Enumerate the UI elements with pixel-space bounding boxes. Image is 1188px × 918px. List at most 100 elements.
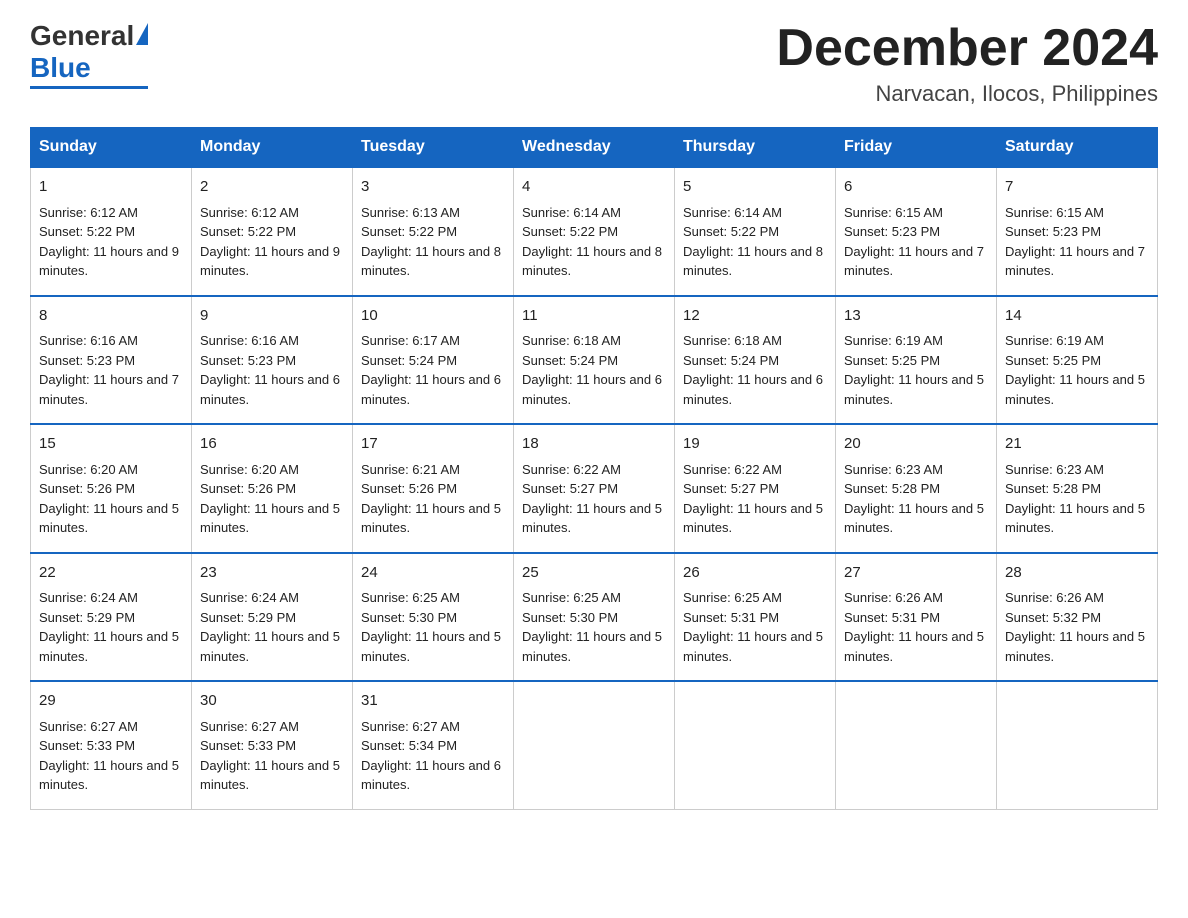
- table-row: 25 Sunrise: 6:25 AM Sunset: 5:30 PM Dayl…: [514, 553, 675, 682]
- sunset-label: Sunset: 5:23 PM: [1005, 224, 1101, 239]
- table-row: 14 Sunrise: 6:19 AM Sunset: 5:25 PM Dayl…: [997, 296, 1158, 425]
- table-row: 24 Sunrise: 6:25 AM Sunset: 5:30 PM Dayl…: [353, 553, 514, 682]
- table-row: 21 Sunrise: 6:23 AM Sunset: 5:28 PM Dayl…: [997, 424, 1158, 553]
- sunset-label: Sunset: 5:27 PM: [683, 481, 779, 496]
- sunrise-label: Sunrise: 6:25 AM: [361, 590, 460, 605]
- sunrise-label: Sunrise: 6:27 AM: [39, 719, 138, 734]
- daylight-label: Daylight: 11 hours and 6 minutes.: [200, 372, 340, 407]
- sunrise-label: Sunrise: 6:16 AM: [200, 333, 299, 348]
- day-number: 21: [1005, 433, 1149, 456]
- table-row: [675, 681, 836, 809]
- calendar-week-2: 8 Sunrise: 6:16 AM Sunset: 5:23 PM Dayli…: [31, 296, 1158, 425]
- day-number: 4: [522, 176, 666, 199]
- sunrise-label: Sunrise: 6:25 AM: [522, 590, 621, 605]
- sunset-label: Sunset: 5:25 PM: [844, 353, 940, 368]
- sunset-label: Sunset: 5:32 PM: [1005, 610, 1101, 625]
- table-row: 10 Sunrise: 6:17 AM Sunset: 5:24 PM Dayl…: [353, 296, 514, 425]
- daylight-label: Daylight: 11 hours and 5 minutes.: [522, 501, 662, 536]
- daylight-label: Daylight: 11 hours and 6 minutes.: [361, 758, 501, 793]
- day-number: 17: [361, 433, 505, 456]
- calendar-week-3: 15 Sunrise: 6:20 AM Sunset: 5:26 PM Dayl…: [31, 424, 1158, 553]
- sunrise-label: Sunrise: 6:15 AM: [844, 205, 943, 220]
- daylight-label: Daylight: 11 hours and 5 minutes.: [1005, 629, 1145, 664]
- day-number: 9: [200, 305, 344, 328]
- sunrise-label: Sunrise: 6:13 AM: [361, 205, 460, 220]
- col-monday: Monday: [192, 128, 353, 168]
- day-number: 13: [844, 305, 988, 328]
- sunset-label: Sunset: 5:31 PM: [683, 610, 779, 625]
- daylight-label: Daylight: 11 hours and 8 minutes.: [361, 244, 501, 279]
- sunset-label: Sunset: 5:23 PM: [844, 224, 940, 239]
- calendar-week-5: 29 Sunrise: 6:27 AM Sunset: 5:33 PM Dayl…: [31, 681, 1158, 809]
- sunrise-label: Sunrise: 6:14 AM: [522, 205, 621, 220]
- table-row: 8 Sunrise: 6:16 AM Sunset: 5:23 PM Dayli…: [31, 296, 192, 425]
- day-number: 20: [844, 433, 988, 456]
- day-number: 22: [39, 562, 183, 585]
- table-row: 12 Sunrise: 6:18 AM Sunset: 5:24 PM Dayl…: [675, 296, 836, 425]
- calendar-week-1: 1 Sunrise: 6:12 AM Sunset: 5:22 PM Dayli…: [31, 167, 1158, 296]
- location-title: Narvacan, Ilocos, Philippines: [776, 81, 1158, 107]
- sunrise-label: Sunrise: 6:12 AM: [39, 205, 138, 220]
- sunset-label: Sunset: 5:24 PM: [683, 353, 779, 368]
- table-row: 31 Sunrise: 6:27 AM Sunset: 5:34 PM Dayl…: [353, 681, 514, 809]
- logo: General Blue: [30, 20, 148, 89]
- sunrise-label: Sunrise: 6:22 AM: [683, 462, 782, 477]
- table-row: 2 Sunrise: 6:12 AM Sunset: 5:22 PM Dayli…: [192, 167, 353, 296]
- table-row: 28 Sunrise: 6:26 AM Sunset: 5:32 PM Dayl…: [997, 553, 1158, 682]
- sunset-label: Sunset: 5:29 PM: [39, 610, 135, 625]
- logo-triangle-icon: [136, 23, 148, 45]
- sunset-label: Sunset: 5:22 PM: [200, 224, 296, 239]
- table-row: [514, 681, 675, 809]
- logo-blue-text: Blue: [30, 52, 91, 84]
- day-number: 29: [39, 690, 183, 713]
- day-number: 19: [683, 433, 827, 456]
- logo-underline: [30, 86, 148, 89]
- sunset-label: Sunset: 5:33 PM: [200, 738, 296, 753]
- sunrise-label: Sunrise: 6:14 AM: [683, 205, 782, 220]
- day-number: 2: [200, 176, 344, 199]
- daylight-label: Daylight: 11 hours and 5 minutes.: [683, 629, 823, 664]
- day-number: 7: [1005, 176, 1149, 199]
- daylight-label: Daylight: 11 hours and 5 minutes.: [844, 372, 984, 407]
- col-friday: Friday: [836, 128, 997, 168]
- day-number: 16: [200, 433, 344, 456]
- title-section: December 2024 Narvacan, Ilocos, Philippi…: [776, 20, 1158, 107]
- daylight-label: Daylight: 11 hours and 7 minutes.: [844, 244, 984, 279]
- sunset-label: Sunset: 5:33 PM: [39, 738, 135, 753]
- daylight-label: Daylight: 11 hours and 5 minutes.: [200, 501, 340, 536]
- day-number: 11: [522, 305, 666, 328]
- sunset-label: Sunset: 5:23 PM: [39, 353, 135, 368]
- sunrise-label: Sunrise: 6:27 AM: [361, 719, 460, 734]
- table-row: 4 Sunrise: 6:14 AM Sunset: 5:22 PM Dayli…: [514, 167, 675, 296]
- daylight-label: Daylight: 11 hours and 5 minutes.: [39, 758, 179, 793]
- daylight-label: Daylight: 11 hours and 5 minutes.: [39, 501, 179, 536]
- sunrise-label: Sunrise: 6:17 AM: [361, 333, 460, 348]
- table-row: 30 Sunrise: 6:27 AM Sunset: 5:33 PM Dayl…: [192, 681, 353, 809]
- day-number: 24: [361, 562, 505, 585]
- daylight-label: Daylight: 11 hours and 5 minutes.: [1005, 501, 1145, 536]
- daylight-label: Daylight: 11 hours and 5 minutes.: [844, 629, 984, 664]
- sunset-label: Sunset: 5:23 PM: [200, 353, 296, 368]
- daylight-label: Daylight: 11 hours and 7 minutes.: [39, 372, 179, 407]
- table-row: [997, 681, 1158, 809]
- sunset-label: Sunset: 5:25 PM: [1005, 353, 1101, 368]
- month-title: December 2024: [776, 20, 1158, 77]
- day-number: 12: [683, 305, 827, 328]
- daylight-label: Daylight: 11 hours and 5 minutes.: [200, 629, 340, 664]
- table-row: 11 Sunrise: 6:18 AM Sunset: 5:24 PM Dayl…: [514, 296, 675, 425]
- daylight-label: Daylight: 11 hours and 7 minutes.: [1005, 244, 1145, 279]
- daylight-label: Daylight: 11 hours and 5 minutes.: [361, 629, 501, 664]
- table-row: 9 Sunrise: 6:16 AM Sunset: 5:23 PM Dayli…: [192, 296, 353, 425]
- table-row: 29 Sunrise: 6:27 AM Sunset: 5:33 PM Dayl…: [31, 681, 192, 809]
- sunrise-label: Sunrise: 6:19 AM: [844, 333, 943, 348]
- sunrise-label: Sunrise: 6:24 AM: [200, 590, 299, 605]
- table-row: 6 Sunrise: 6:15 AM Sunset: 5:23 PM Dayli…: [836, 167, 997, 296]
- sunrise-label: Sunrise: 6:21 AM: [361, 462, 460, 477]
- sunset-label: Sunset: 5:22 PM: [361, 224, 457, 239]
- daylight-label: Daylight: 11 hours and 8 minutes.: [683, 244, 823, 279]
- col-sunday: Sunday: [31, 128, 192, 168]
- day-number: 3: [361, 176, 505, 199]
- sunset-label: Sunset: 5:26 PM: [39, 481, 135, 496]
- table-row: 16 Sunrise: 6:20 AM Sunset: 5:26 PM Dayl…: [192, 424, 353, 553]
- table-row: 15 Sunrise: 6:20 AM Sunset: 5:26 PM Dayl…: [31, 424, 192, 553]
